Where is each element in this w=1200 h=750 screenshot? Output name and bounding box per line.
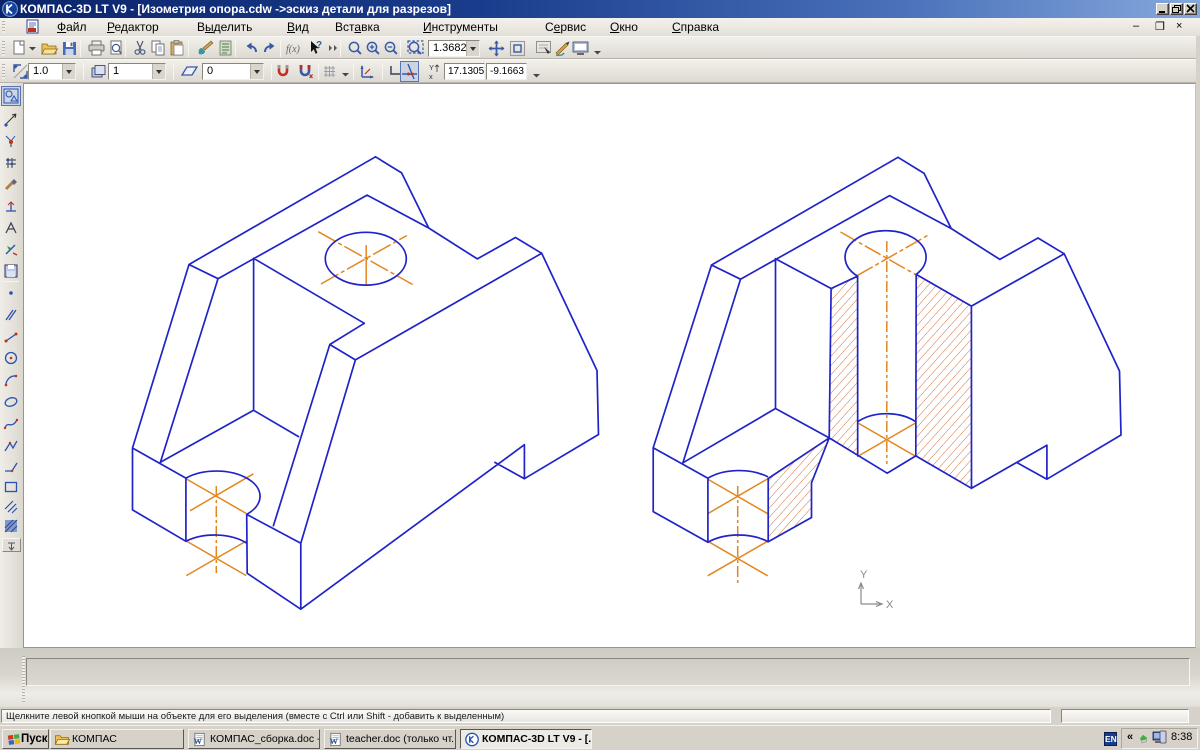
- svg-text:?: ?: [316, 40, 322, 51]
- svg-text:W: W: [193, 736, 202, 746]
- svg-text:W: W: [329, 736, 338, 746]
- svg-text:x: x: [429, 72, 433, 81]
- svg-text:Y: Y: [429, 63, 434, 72]
- svg-text:Y: Y: [860, 569, 868, 581]
- svg-text:X: X: [886, 599, 894, 611]
- svg-text:f(x): f(x): [286, 44, 301, 55]
